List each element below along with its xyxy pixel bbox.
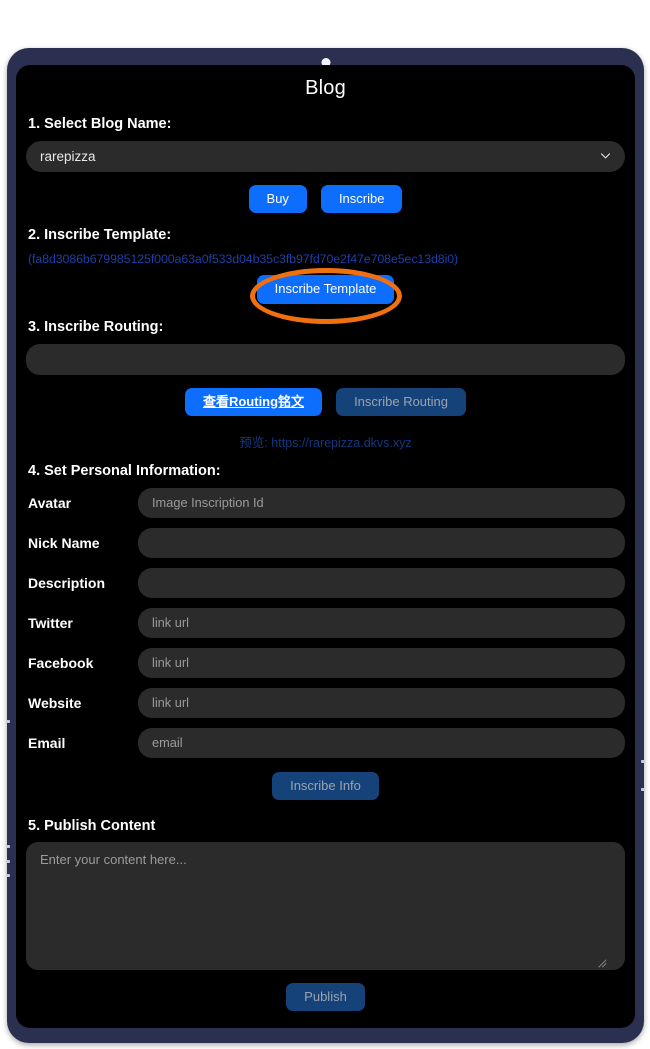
publish-content-textarea[interactable] <box>26 842 625 971</box>
publish-button[interactable]: Publish <box>286 983 365 1012</box>
preview-url-link[interactable]: 预览: https://rarepizza.dkvs.xyz <box>26 432 625 451</box>
twitter-input[interactable] <box>138 607 625 638</box>
description-input[interactable] <box>138 567 625 598</box>
form-row-facebook: Facebook <box>26 647 625 678</box>
step5-label: 5. Publish Content <box>28 818 156 835</box>
nickname-label: Nick Name <box>28 534 100 551</box>
step1-label: 1. Select Blog Name: <box>28 116 172 132</box>
inscribe-button[interactable]: Inscribe <box>320 185 403 214</box>
form-row-nickname: Nick Name <box>26 527 625 558</box>
twitter-label: Twitter <box>28 614 73 631</box>
page-title: Blog <box>305 77 346 99</box>
facebook-label: Facebook <box>28 654 94 671</box>
device-side-button[interactable] <box>6 860 10 863</box>
publish-content-wrapper <box>26 842 625 971</box>
routing-input[interactable] <box>26 343 625 375</box>
view-routing-inscription-button[interactable]: 查看Routing铭文 <box>184 387 323 416</box>
form-row-avatar: Avatar <box>26 487 625 518</box>
website-input[interactable] <box>138 687 625 718</box>
email-input[interactable] <box>138 727 625 758</box>
step4-label: 4. Set Personal Information: <box>28 462 221 479</box>
inscribe-template-button-row: Inscribe Template <box>26 275 625 304</box>
form-row-description: Description <box>26 567 625 598</box>
avatar-label: Avatar <box>28 494 72 511</box>
inscribe-routing-button[interactable]: Inscribe Routing <box>336 387 467 416</box>
website-label: Website <box>28 694 82 711</box>
device-frame: Blog 1. Select Blog Name: rarepizza Buy … <box>6 48 645 1043</box>
blog-name-select[interactable]: rarepizza <box>26 141 625 172</box>
form-row-website: Website <box>26 687 625 718</box>
app-screen: Blog 1. Select Blog Name: rarepizza Buy … <box>16 65 635 1028</box>
nickname-input[interactable] <box>138 527 625 558</box>
step2-label: 2. Inscribe Template: <box>28 227 172 244</box>
description-label: Description <box>28 574 106 591</box>
device-side-button-right[interactable] <box>641 760 645 763</box>
personal-information-form: Avatar Nick Name Description Twitter Fac <box>26 487 625 758</box>
device-side-button[interactable] <box>6 845 10 848</box>
facebook-input[interactable] <box>138 647 625 678</box>
form-row-twitter: Twitter <box>26 607 625 638</box>
device-side-button[interactable] <box>6 720 10 723</box>
device-side-button-right[interactable] <box>641 788 645 791</box>
device-side-button[interactable] <box>6 874 10 877</box>
email-label: Email <box>28 734 66 751</box>
avatar-input[interactable] <box>138 487 625 518</box>
inscribe-template-button[interactable]: Inscribe Template <box>256 275 395 304</box>
template-inscription-hash: (fa8d3086b679985125f000a63a0f533d04b35c3… <box>28 252 459 267</box>
inscribe-info-button[interactable]: Inscribe Info <box>272 771 379 801</box>
routing-button-row: 查看Routing铭文 Inscribe Routing <box>26 387 625 416</box>
buy-inscribe-button-row: Buy Inscribe <box>26 185 625 214</box>
inscribe-info-button-row: Inscribe Info <box>26 771 625 801</box>
step3-label: 3. Inscribe Routing: <box>28 318 164 335</box>
buy-button[interactable]: Buy <box>248 185 307 214</box>
publish-button-row: Publish <box>26 983 625 1012</box>
blog-name-select-wrapper[interactable]: rarepizza <box>26 141 625 172</box>
form-row-email: Email <box>26 727 625 758</box>
